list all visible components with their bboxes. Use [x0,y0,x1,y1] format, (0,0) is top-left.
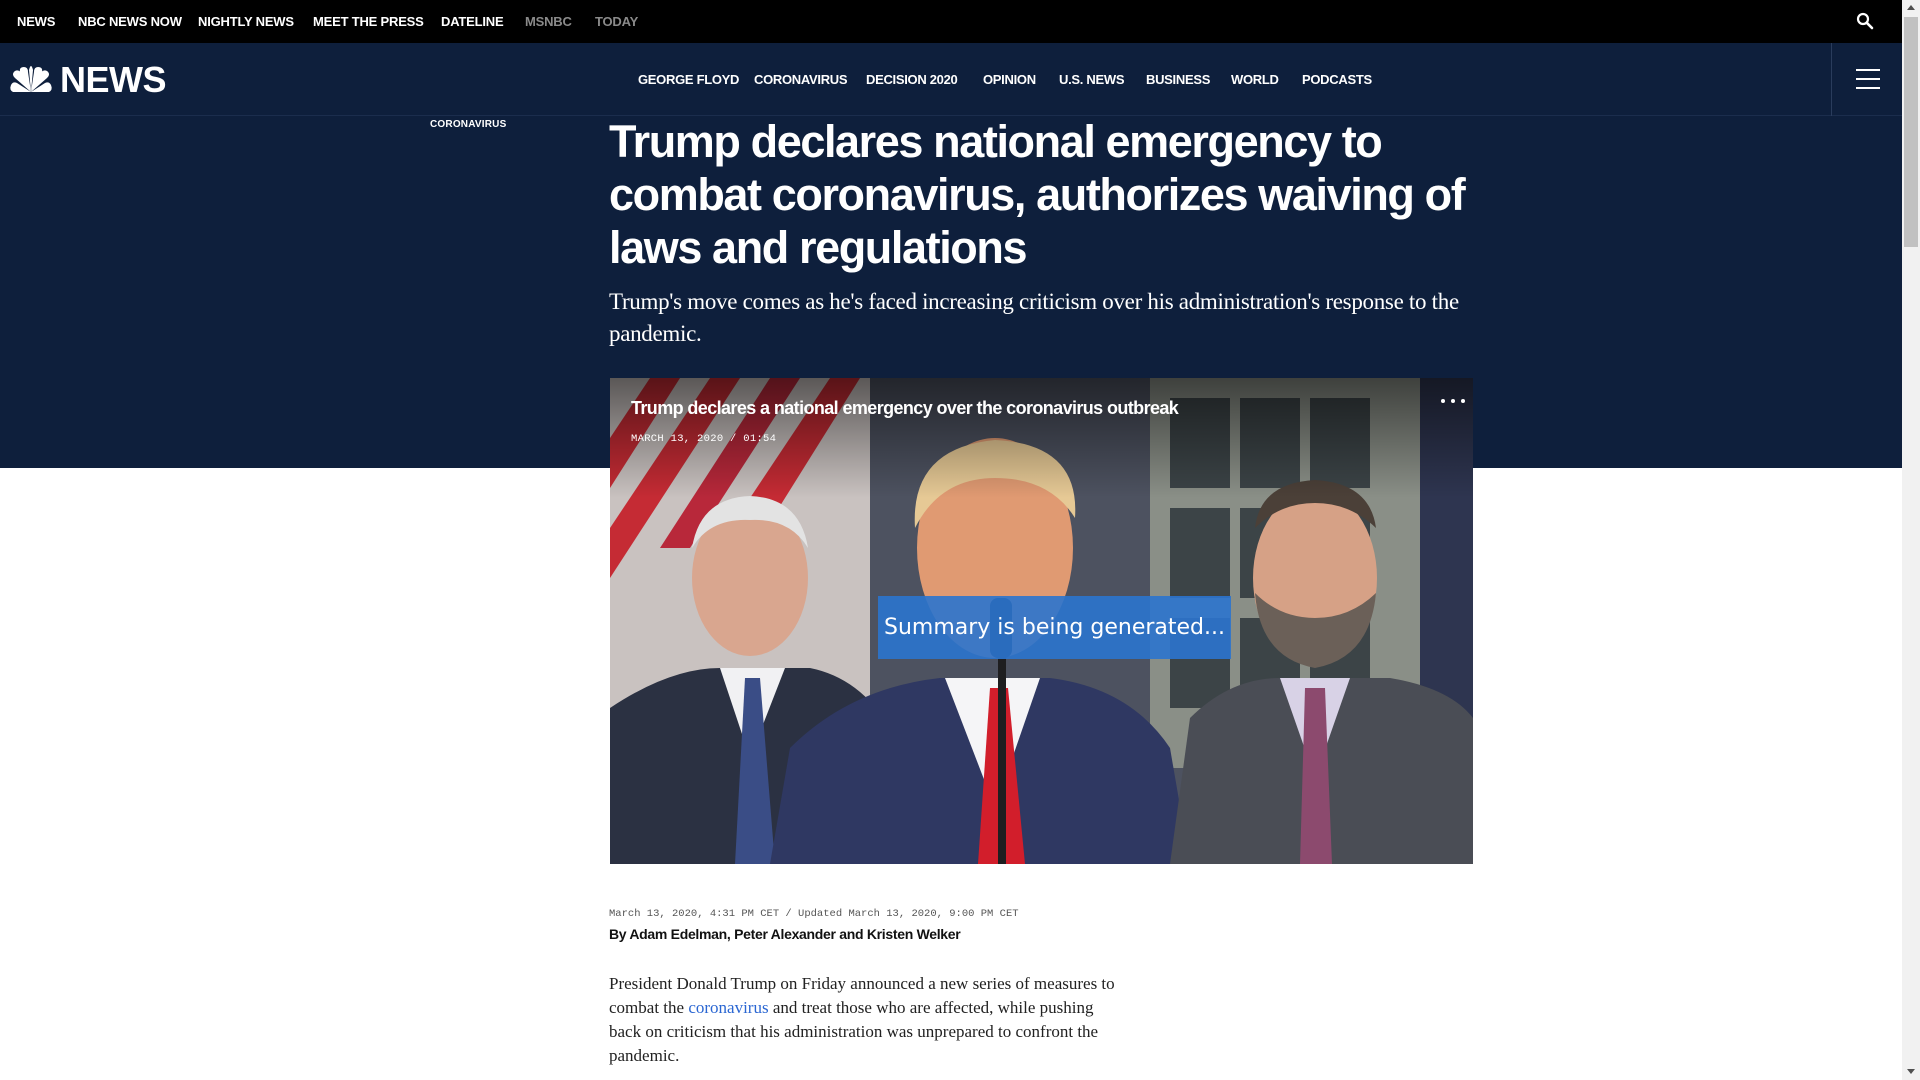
top-link-dateline[interactable]: DATELINE [441,0,504,43]
nav-item-opinion[interactable]: OPINION [983,43,1036,116]
video-date-duration: MARCH 13, 2020 / 01:54 [631,433,777,445]
nav-item-decision-2020[interactable]: DECISION 2020 [866,43,958,116]
top-link-meet-the-press[interactable]: MEET THE PRESS [313,0,424,43]
top-link-news[interactable]: NEWS [17,0,55,43]
article-byline: By Adam Edelman, Peter Alexander and Kri… [609,926,961,942]
main-navigation: NEWS GEORGE FLOYD CORONAVIRUS DECISION 2… [0,43,1902,116]
top-link-nbc-news-now[interactable]: NBC NEWS NOW [78,0,182,43]
article-category-label[interactable]: CORONAVIRUS [430,119,506,130]
article-dek: Trump's move comes as he's faced increas… [609,289,1459,346]
nav-item-us-news[interactable]: U.S. NEWS [1059,43,1125,116]
nbc-news-logo[interactable]: NEWS [9,59,167,100]
search-icon[interactable] [1856,12,1874,30]
top-link-today[interactable]: TODAY [595,0,638,43]
video-title: Trump declares a national emergency over… [631,398,1179,418]
top-link-nightly-news[interactable]: NIGHTLY NEWS [198,0,294,43]
nav-item-world[interactable]: WORLD [1231,43,1279,116]
article-body-paragraph: President Donald Trump on Friday announc… [609,972,1119,1068]
more-options-icon[interactable] [1439,392,1467,408]
nav-item-george-floyd[interactable]: GEORGE FLOYD [638,43,739,116]
article-timestamp: March 13, 2020, 4:31 PM CET / Updated Ma… [609,908,1019,920]
scroll-down-arrow-icon[interactable] [1907,1069,1915,1074]
byline-prefix: By [609,926,630,942]
coronavirus-link[interactable]: coronavirus [688,998,768,1017]
article-headline: Trump declares national emergency to com… [609,116,1466,273]
video-player[interactable]: Trump declares a national emergency over… [610,378,1473,864]
page-scrollbar[interactable] [1902,0,1920,1080]
summary-status-overlay: Summary is being generated... [878,596,1231,659]
scroll-up-arrow-icon[interactable] [1907,5,1915,10]
byline-authors[interactable]: Adam Edelman, Peter Alexander and Kriste… [629,926,960,942]
nav-item-coronavirus[interactable]: CORONAVIRUS [754,43,848,116]
top-utility-bar: NEWS NBC NEWS NOW NIGHTLY NEWS MEET THE … [0,0,1902,43]
hamburger-menu-icon[interactable] [1856,69,1880,89]
logo-text: NEWS [60,59,167,100]
nav-item-business[interactable]: BUSINESS [1146,43,1210,116]
nav-item-podcasts[interactable]: PODCASTS [1302,43,1372,116]
peacock-icon [10,66,52,92]
scrollbar-thumb[interactable] [1904,17,1918,247]
nav-divider [1831,43,1832,116]
top-link-msnbc[interactable]: MSNBC [525,0,572,43]
